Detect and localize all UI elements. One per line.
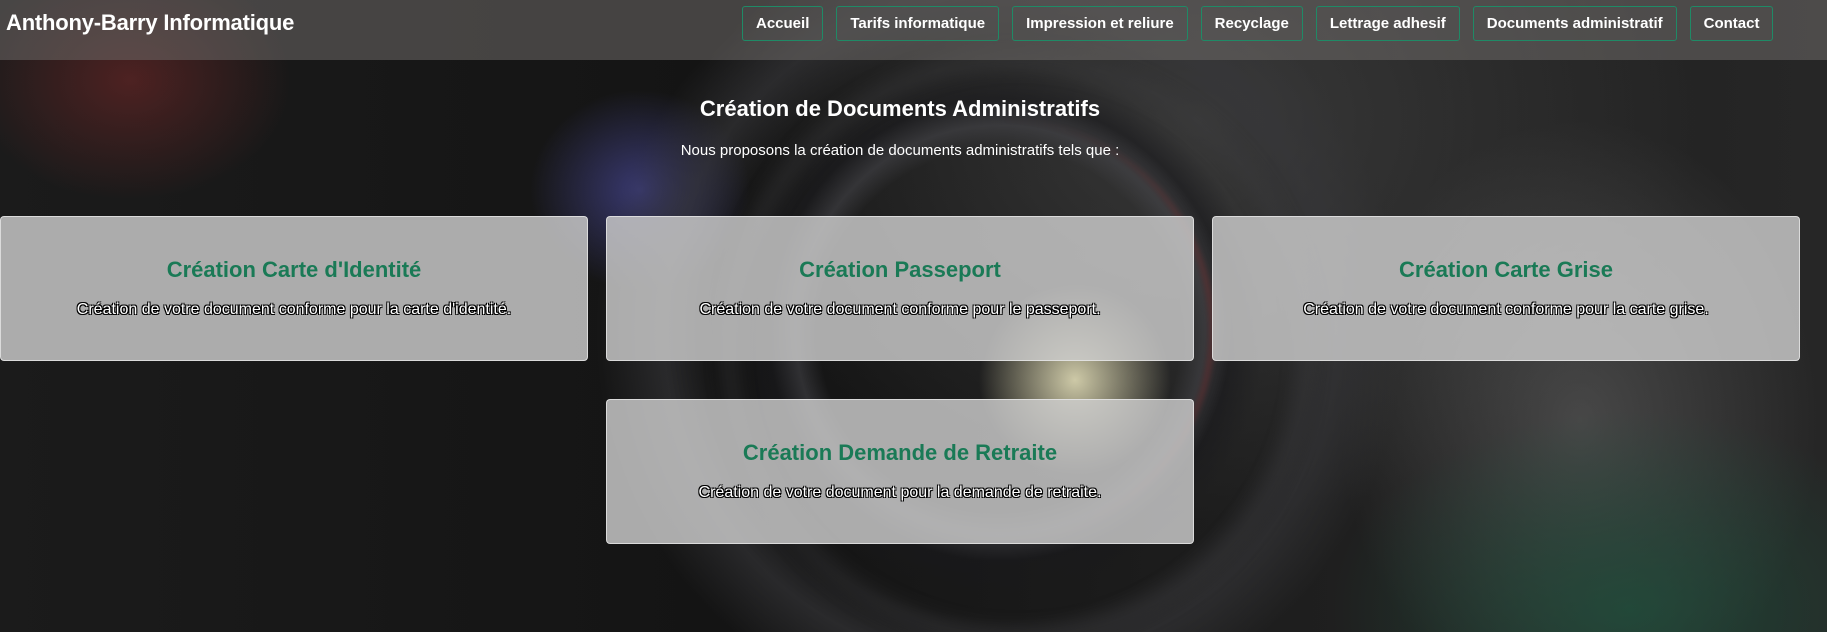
- nav-tarifs-informatique-button[interactable]: Tarifs informatique: [836, 6, 1000, 41]
- service-card-carte-identite: Création Carte d'Identité Création de vo…: [0, 216, 588, 361]
- site-header: Anthony-Barry Informatique Accueil Tarif…: [0, 0, 1827, 60]
- card-title: Création Demande de Retraite: [742, 440, 1058, 465]
- main-content: Création de Documents Administratifs Nou…: [0, 60, 1827, 632]
- card-title: Création Passeport: [799, 257, 1001, 282]
- nav-documents-administratif-button[interactable]: Documents administratif: [1472, 6, 1677, 41]
- intro-text: Nous proposons la création de documents …: [680, 142, 1120, 159]
- service-card-passeport: Création Passeport Création de votre doc…: [606, 216, 1194, 361]
- card-description: Création de votre document conforme pour…: [699, 301, 1101, 318]
- card-description: Création de votre document pour la deman…: [698, 484, 1102, 501]
- card-description: Création de votre document conforme pour…: [76, 301, 512, 318]
- nav-lettrage-adhesif-button[interactable]: Lettrage adhesif: [1315, 6, 1460, 41]
- card-title: Création Carte Grise: [1399, 257, 1613, 282]
- page-title: Création de Documents Administratifs: [699, 96, 1101, 121]
- service-card-demande-retraite: Création Demande de Retraite Création de…: [606, 399, 1194, 544]
- site-brand[interactable]: Anthony-Barry Informatique: [6, 10, 294, 36]
- card-title: Création Carte d'Identité: [166, 257, 422, 282]
- nav-recyclage-button[interactable]: Recyclage: [1200, 6, 1303, 41]
- nav-accueil-button[interactable]: Accueil: [742, 6, 824, 41]
- card-description: Création de votre document conforme pour…: [1303, 301, 1709, 318]
- nav-impression-reliure-button[interactable]: Impression et reliure: [1012, 6, 1188, 41]
- main-nav: Accueil Tarifs informatique Impression e…: [742, 6, 1774, 41]
- nav-contact-button[interactable]: Contact: [1689, 6, 1774, 41]
- service-card-carte-grise: Création Carte Grise Création de votre d…: [1212, 216, 1800, 361]
